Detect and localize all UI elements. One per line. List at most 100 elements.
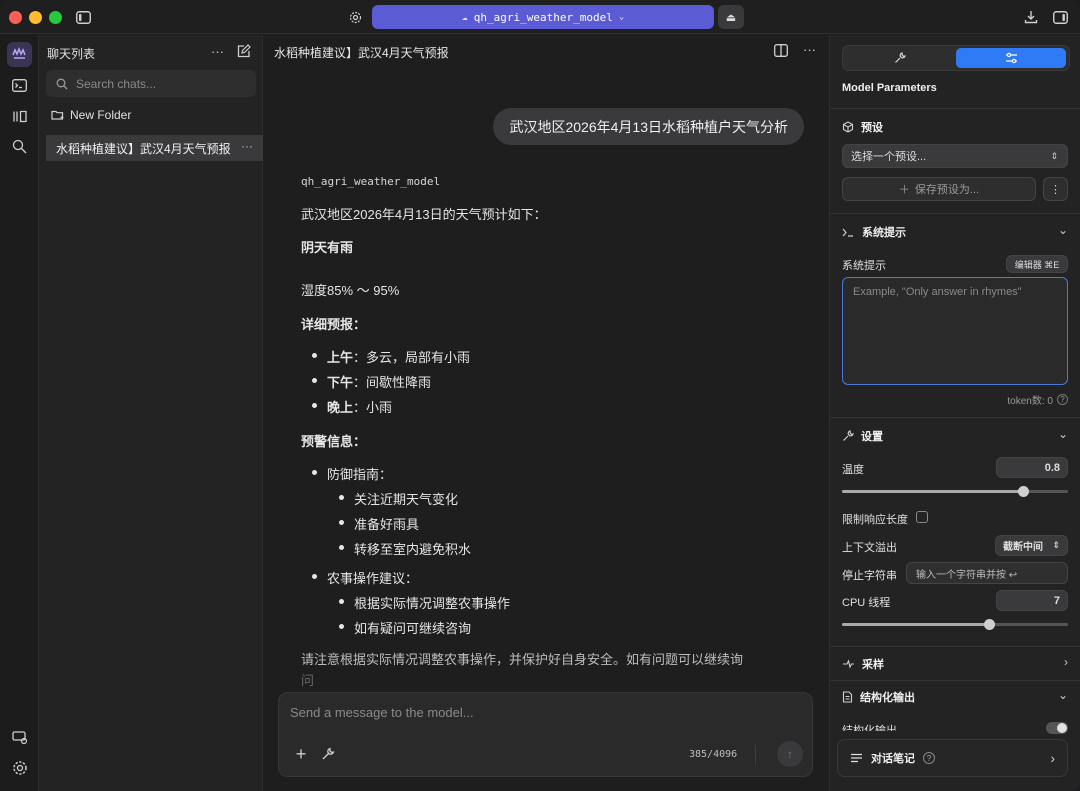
chevron-right-icon[interactable]: › — [1064, 655, 1068, 669]
new-chat-icon[interactable] — [237, 44, 251, 61]
chevron-down-icon[interactable]: ⌄ — [1058, 223, 1068, 237]
context-overflow-select[interactable]: 截断中间 ⇕ — [995, 535, 1068, 556]
composer-divider — [755, 745, 756, 765]
divider — [830, 417, 1080, 418]
chat-item-more-icon[interactable]: ··· — [241, 139, 253, 153]
defense-item: 关注近期天气变化 — [354, 492, 459, 507]
close-window-button[interactable] — [9, 11, 22, 24]
farm-label: 农事操作建议： — [327, 571, 419, 586]
system-prompt-input[interactable] — [843, 278, 1067, 384]
bullet — [339, 624, 344, 629]
message-input[interactable] — [290, 705, 790, 727]
help-icon[interactable]: ? — [923, 752, 935, 764]
tab-tools[interactable] — [845, 48, 955, 68]
app-settings-button[interactable] — [7, 755, 32, 780]
new-folder-button[interactable]: New Folder — [51, 108, 131, 122]
sampling-icon — [843, 659, 854, 669]
preset-more-button[interactable]: ⋮ — [1043, 177, 1068, 201]
model-selector-button[interactable]: ☁ qh_agri_weather_model ⌄ — [372, 5, 714, 29]
settings-section-header[interactable]: 设置 — [842, 428, 883, 444]
document-icon — [842, 691, 853, 703]
save-preset-label: 保存预设为... — [914, 184, 980, 196]
split-view-icon[interactable] — [774, 44, 788, 60]
toggle-sidebar-icon[interactable] — [75, 9, 91, 25]
runtime-button[interactable] — [7, 724, 32, 749]
zoom-window-button[interactable] — [49, 11, 62, 24]
closing-line: 请注意根据实际情况调整农事操作，并保护好自身安全。如有问题可以继续询 — [301, 652, 744, 667]
sampling-section-header[interactable]: 采样 — [842, 656, 884, 672]
sampling-heading: 采样 — [862, 659, 884, 671]
bullet — [339, 495, 344, 500]
chat-more-icon[interactable]: ··· — [803, 42, 816, 57]
bullet — [339, 545, 344, 550]
editor-button[interactable]: 编辑器 ⌘E — [1006, 255, 1068, 273]
models-button[interactable] — [7, 104, 32, 129]
chat-mode-button[interactable] — [7, 42, 32, 67]
message-composer: + 385/4096 ↑ — [278, 692, 813, 777]
preset-select[interactable]: 选择一个预设... ⇕ — [842, 144, 1068, 168]
stop-string-label: 停止字符串 — [842, 570, 897, 582]
temperature-slider-knob[interactable] — [1017, 486, 1029, 497]
search-chats-input[interactable] — [76, 76, 236, 91]
developer-mode-button[interactable] — [7, 73, 32, 98]
gear-icon — [12, 760, 27, 775]
send-button[interactable]: ↑ — [777, 741, 803, 767]
system-prompt-field[interactable] — [842, 277, 1068, 385]
minimize-window-button[interactable] — [29, 11, 42, 24]
user-message-text: 武汉地区2026年4月13日水稻种植户天气分析 — [509, 118, 788, 135]
chevron-down-icon[interactable]: ⌄ — [1058, 688, 1068, 702]
cloud-icon: ☁ — [461, 11, 468, 23]
chat-list-sidebar: 聊天列表 ··· New Folder 水稻种植建议】武汉4月天气预报 ··· — [39, 35, 263, 791]
chevron-down-icon[interactable]: ⌄ — [1058, 427, 1068, 441]
stop-string-input[interactable]: 输入一个字符串并按 ↩ — [906, 562, 1068, 584]
plus-icon: ＋ — [898, 184, 910, 196]
chat-main: 水稻种植建议】武汉4月天气预报 ··· 武汉地区2026年4月13日水稻种植户天… — [264, 35, 828, 791]
chevron-right-icon: › — [1050, 750, 1055, 766]
settings-gear-icon[interactable] — [348, 10, 363, 25]
structured-output-section-header[interactable]: 结构化输出 — [842, 689, 915, 705]
temperature-slider[interactable] — [842, 486, 1068, 497]
chat-list-item[interactable]: 水稻种植建议】武汉4月天气预报 ··· — [46, 135, 263, 161]
structured-output-toggle[interactable] — [1046, 722, 1068, 734]
defense-item: 准备好雨具 — [354, 517, 420, 532]
eject-model-button[interactable]: ⏏ — [718, 5, 744, 29]
chat-title: 水稻种植建议】武汉4月天气预报 — [274, 46, 449, 60]
save-preset-button[interactable]: ＋ 保存预设为... — [842, 177, 1036, 201]
temperature-input[interactable]: 0.8 — [996, 457, 1068, 478]
cpu-threads-slider-knob[interactable] — [983, 619, 995, 630]
chat-list-title: 聊天列表 — [47, 47, 96, 61]
limit-length-checkbox[interactable] — [916, 511, 928, 523]
divider — [830, 680, 1080, 681]
farm-item: 如有疑问可继续咨询 — [354, 621, 472, 636]
bullet — [312, 353, 317, 358]
discover-button[interactable] — [7, 134, 32, 159]
token-counter: 385/4096 — [689, 749, 738, 760]
bullet — [312, 378, 317, 383]
system-prompt-section-header[interactable]: 系统提示 — [842, 224, 906, 240]
conversation-notes-button[interactable]: 对话笔记 ? › — [837, 739, 1068, 777]
toggle-right-panel-icon[interactable] — [1052, 9, 1068, 25]
temperature-slider-fill — [842, 490, 1023, 493]
structured-output-heading: 结构化输出 — [860, 692, 915, 704]
tools-icon[interactable] — [320, 746, 336, 762]
bullet — [312, 403, 317, 408]
app-window: ☁ qh_agri_weather_model ⌄ ⏏ 聊天列表 ··· Sea… — [0, 0, 1080, 791]
bullet — [312, 470, 317, 475]
download-icon[interactable] — [1023, 9, 1039, 25]
settings-heading: 设置 — [861, 431, 883, 443]
icon-rail — [0, 35, 39, 791]
warning-heading: 预警信息： — [301, 434, 367, 449]
attach-plus-icon[interactable]: + — [293, 744, 309, 764]
more-options-icon[interactable]: ··· — [211, 44, 224, 59]
preset-select-value: 选择一个预设... — [851, 151, 927, 163]
divider — [830, 108, 1080, 109]
cpu-threads-input[interactable]: 7 — [996, 590, 1068, 611]
help-icon[interactable]: ? — [1057, 394, 1068, 405]
terminal-prompt-icon — [842, 228, 853, 237]
token-count: token数: 0 ? — [1007, 392, 1068, 407]
cpu-threads-slider[interactable] — [842, 619, 1068, 630]
search-chats-field[interactable] — [46, 70, 256, 97]
vertical-dots-icon: ⋮ — [1050, 183, 1061, 196]
robot-icon — [12, 47, 26, 59]
tab-parameters[interactable] — [956, 48, 1066, 68]
